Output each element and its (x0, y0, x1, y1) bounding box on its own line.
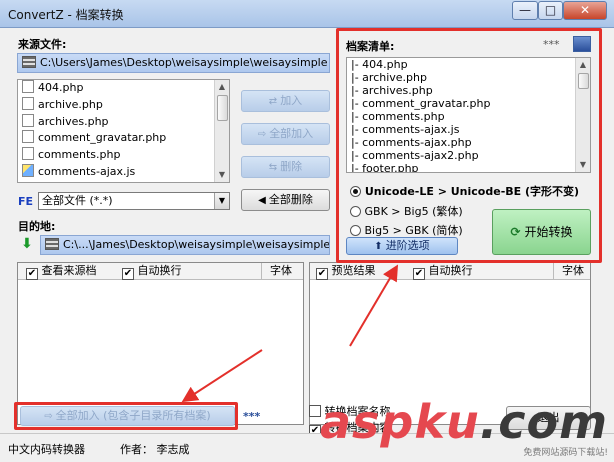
result-panel-header: ✔ 预览结果 ✔ 自动换行 字体 (310, 263, 590, 280)
file-icon (22, 130, 34, 144)
start-convert-button[interactable]: ⟳ 开始转换 (492, 209, 591, 255)
title-bar: ConvertZ - 档案转换 — □ ✕ (0, 0, 614, 28)
source-label: 来源文件: (18, 38, 67, 51)
list-item[interactable]: |- comments-ajax.js (347, 123, 590, 136)
remove-all-button[interactable]: ◀ 全部删除 (241, 189, 330, 211)
scroll-thumb[interactable] (217, 95, 228, 121)
result-wrap-checkbox[interactable]: ✔ 自动换行 (413, 263, 473, 280)
tree-toggle-icon[interactable] (573, 36, 591, 52)
add-icon: ⇄ (268, 96, 278, 107)
check-icon[interactable]: ✔ (413, 268, 425, 280)
check-icon[interactable]: ✔ (316, 268, 328, 280)
result-font-button[interactable]: 字体 (553, 263, 592, 279)
maximize-button[interactable]: □ (538, 1, 563, 20)
view-source-checkbox[interactable]: ✔ 查看来源档 (26, 263, 97, 280)
list-item[interactable]: |- comment_gravatar.php (347, 97, 590, 110)
file-icon (22, 96, 34, 110)
destination-path-bar[interactable]: C:\...\James\Desktop\weisaysimple\weisay… (40, 235, 330, 255)
scroll-up-arrow-icon[interactable]: ▲ (215, 80, 229, 94)
radio-icon[interactable] (350, 225, 361, 236)
destination-label: 目的地: (18, 220, 56, 233)
refresh-icon: ⟳ (510, 225, 521, 239)
main-client: 来源文件: C:\Users\James\Desktop\weisaysimpl… (0, 28, 614, 462)
file-filter-value: 全部文件 (*.*) (42, 194, 113, 207)
remove-icon: ⇆ (268, 162, 278, 173)
list-item[interactable]: 404.php (18, 80, 229, 97)
source-preview-panel[interactable]: ✔ 查看来源档 ✔ 自动换行 字体 (17, 262, 304, 425)
source-list-scrollbar[interactable]: ▲ ▼ (214, 80, 229, 182)
source-path-text: C:\Users\James\Desktop\weisaysimple\weis… (40, 56, 328, 69)
source-font-button[interactable]: 字体 (261, 263, 305, 279)
list-item[interactable]: |- footer.php (347, 162, 590, 172)
arrow-up-icon: ⬆ (374, 241, 383, 252)
radio-icon[interactable] (350, 206, 361, 217)
minimize-button[interactable]: — (512, 1, 538, 20)
list-item[interactable]: |- archives.php (347, 84, 590, 97)
status-app-name: 中文内码转换器 (8, 443, 85, 456)
scroll-down-arrow-icon[interactable]: ▼ (215, 168, 229, 182)
file-tree-scrollbar[interactable]: ▲ ▼ (575, 58, 590, 172)
list-item[interactable]: |- comments-ajax.php (347, 136, 590, 149)
source-wrap-checkbox[interactable]: ✔ 自动换行 (122, 263, 182, 280)
folder-tree-icon (45, 238, 59, 250)
file-tree-list[interactable]: |- 404.php |- archive.php |- archives.ph… (346, 57, 591, 173)
fe-label: FE (18, 195, 34, 208)
script-file-icon (22, 163, 34, 177)
folder-tree-icon (22, 56, 36, 68)
radio-big5-gbk[interactable]: Big5 > GBK (简体) (350, 222, 463, 238)
file-filter-select[interactable]: 全部文件 (*.*) ▼ (38, 192, 230, 210)
scroll-thumb[interactable] (578, 73, 589, 89)
list-item[interactable]: |- comments.php (347, 110, 590, 123)
list-item[interactable]: |- archive.php (347, 71, 590, 84)
add-all-subfolders-button[interactable]: ⇨ 全部加入 (包含子目录所有档案) (20, 406, 235, 426)
close-button[interactable]: ✕ (563, 1, 607, 20)
file-icon (22, 113, 34, 127)
source-file-list[interactable]: 404.php archive.php archives.php comment… (17, 79, 230, 183)
source-path-bar[interactable]: C:\Users\James\Desktop\weisaysimple\weis… (17, 53, 330, 73)
source-panel-header: ✔ 查看来源档 ✔ 自动换行 字体 (18, 263, 303, 280)
check-icon[interactable]: ✔ (26, 268, 38, 280)
arrow-left-icon: ◀ (258, 195, 266, 206)
remove-button[interactable]: ⇆ 删除 (241, 156, 330, 178)
list-item[interactable]: |- comments-ajax2.php (347, 149, 590, 162)
list-item[interactable]: archives.php (18, 113, 229, 131)
list-item[interactable]: comment_gravatar.php (18, 130, 229, 147)
bottom-stars: *** (243, 410, 261, 423)
add-button[interactable]: ⇄ 加入 (241, 90, 330, 112)
add-all-icon: ⇨ (44, 411, 53, 422)
add-all-button[interactable]: ⇨ 全部加入 (241, 123, 330, 145)
file-icon (22, 147, 34, 161)
add-all-icon: ⇨ (257, 129, 267, 140)
list-item[interactable]: |- 404.php (347, 58, 590, 71)
check-icon[interactable]: ✔ (122, 268, 134, 280)
window-title: ConvertZ - 档案转换 (8, 8, 124, 22)
advanced-options-button[interactable]: ⬆ 进阶选项 (346, 237, 458, 255)
radio-selected-icon[interactable] (350, 186, 361, 197)
file-icon (22, 80, 34, 93)
preview-checkbox[interactable]: ✔ 预览结果 (316, 263, 376, 280)
destination-path-text: C:\...\James\Desktop\weisaysimple\weisay… (63, 238, 330, 251)
radio-gbk-big5[interactable]: GBK > Big5 (繁体) (350, 203, 463, 219)
watermark-logo: aspku.com 免费网站源码下载站! (320, 395, 608, 458)
list-item[interactable]: comments.php (18, 147, 229, 164)
chevron-down-icon[interactable]: ▼ (214, 193, 229, 209)
radio-unicode[interactable]: Unicode-LE > Unicode-BE (字形不变) (350, 183, 579, 199)
file-list-label: 档案清单: (346, 40, 395, 53)
file-list-stars: *** (543, 38, 560, 51)
scroll-down-arrow-icon[interactable]: ▼ (576, 158, 590, 172)
list-item[interactable]: archive.php (18, 96, 229, 114)
list-item[interactable]: comments-ajax.js (18, 163, 229, 181)
scroll-up-arrow-icon[interactable]: ▲ (576, 58, 590, 72)
status-author: 作者： 李志成 (120, 443, 190, 456)
green-arrow-down-icon[interactable]: ⬇ (19, 236, 35, 254)
